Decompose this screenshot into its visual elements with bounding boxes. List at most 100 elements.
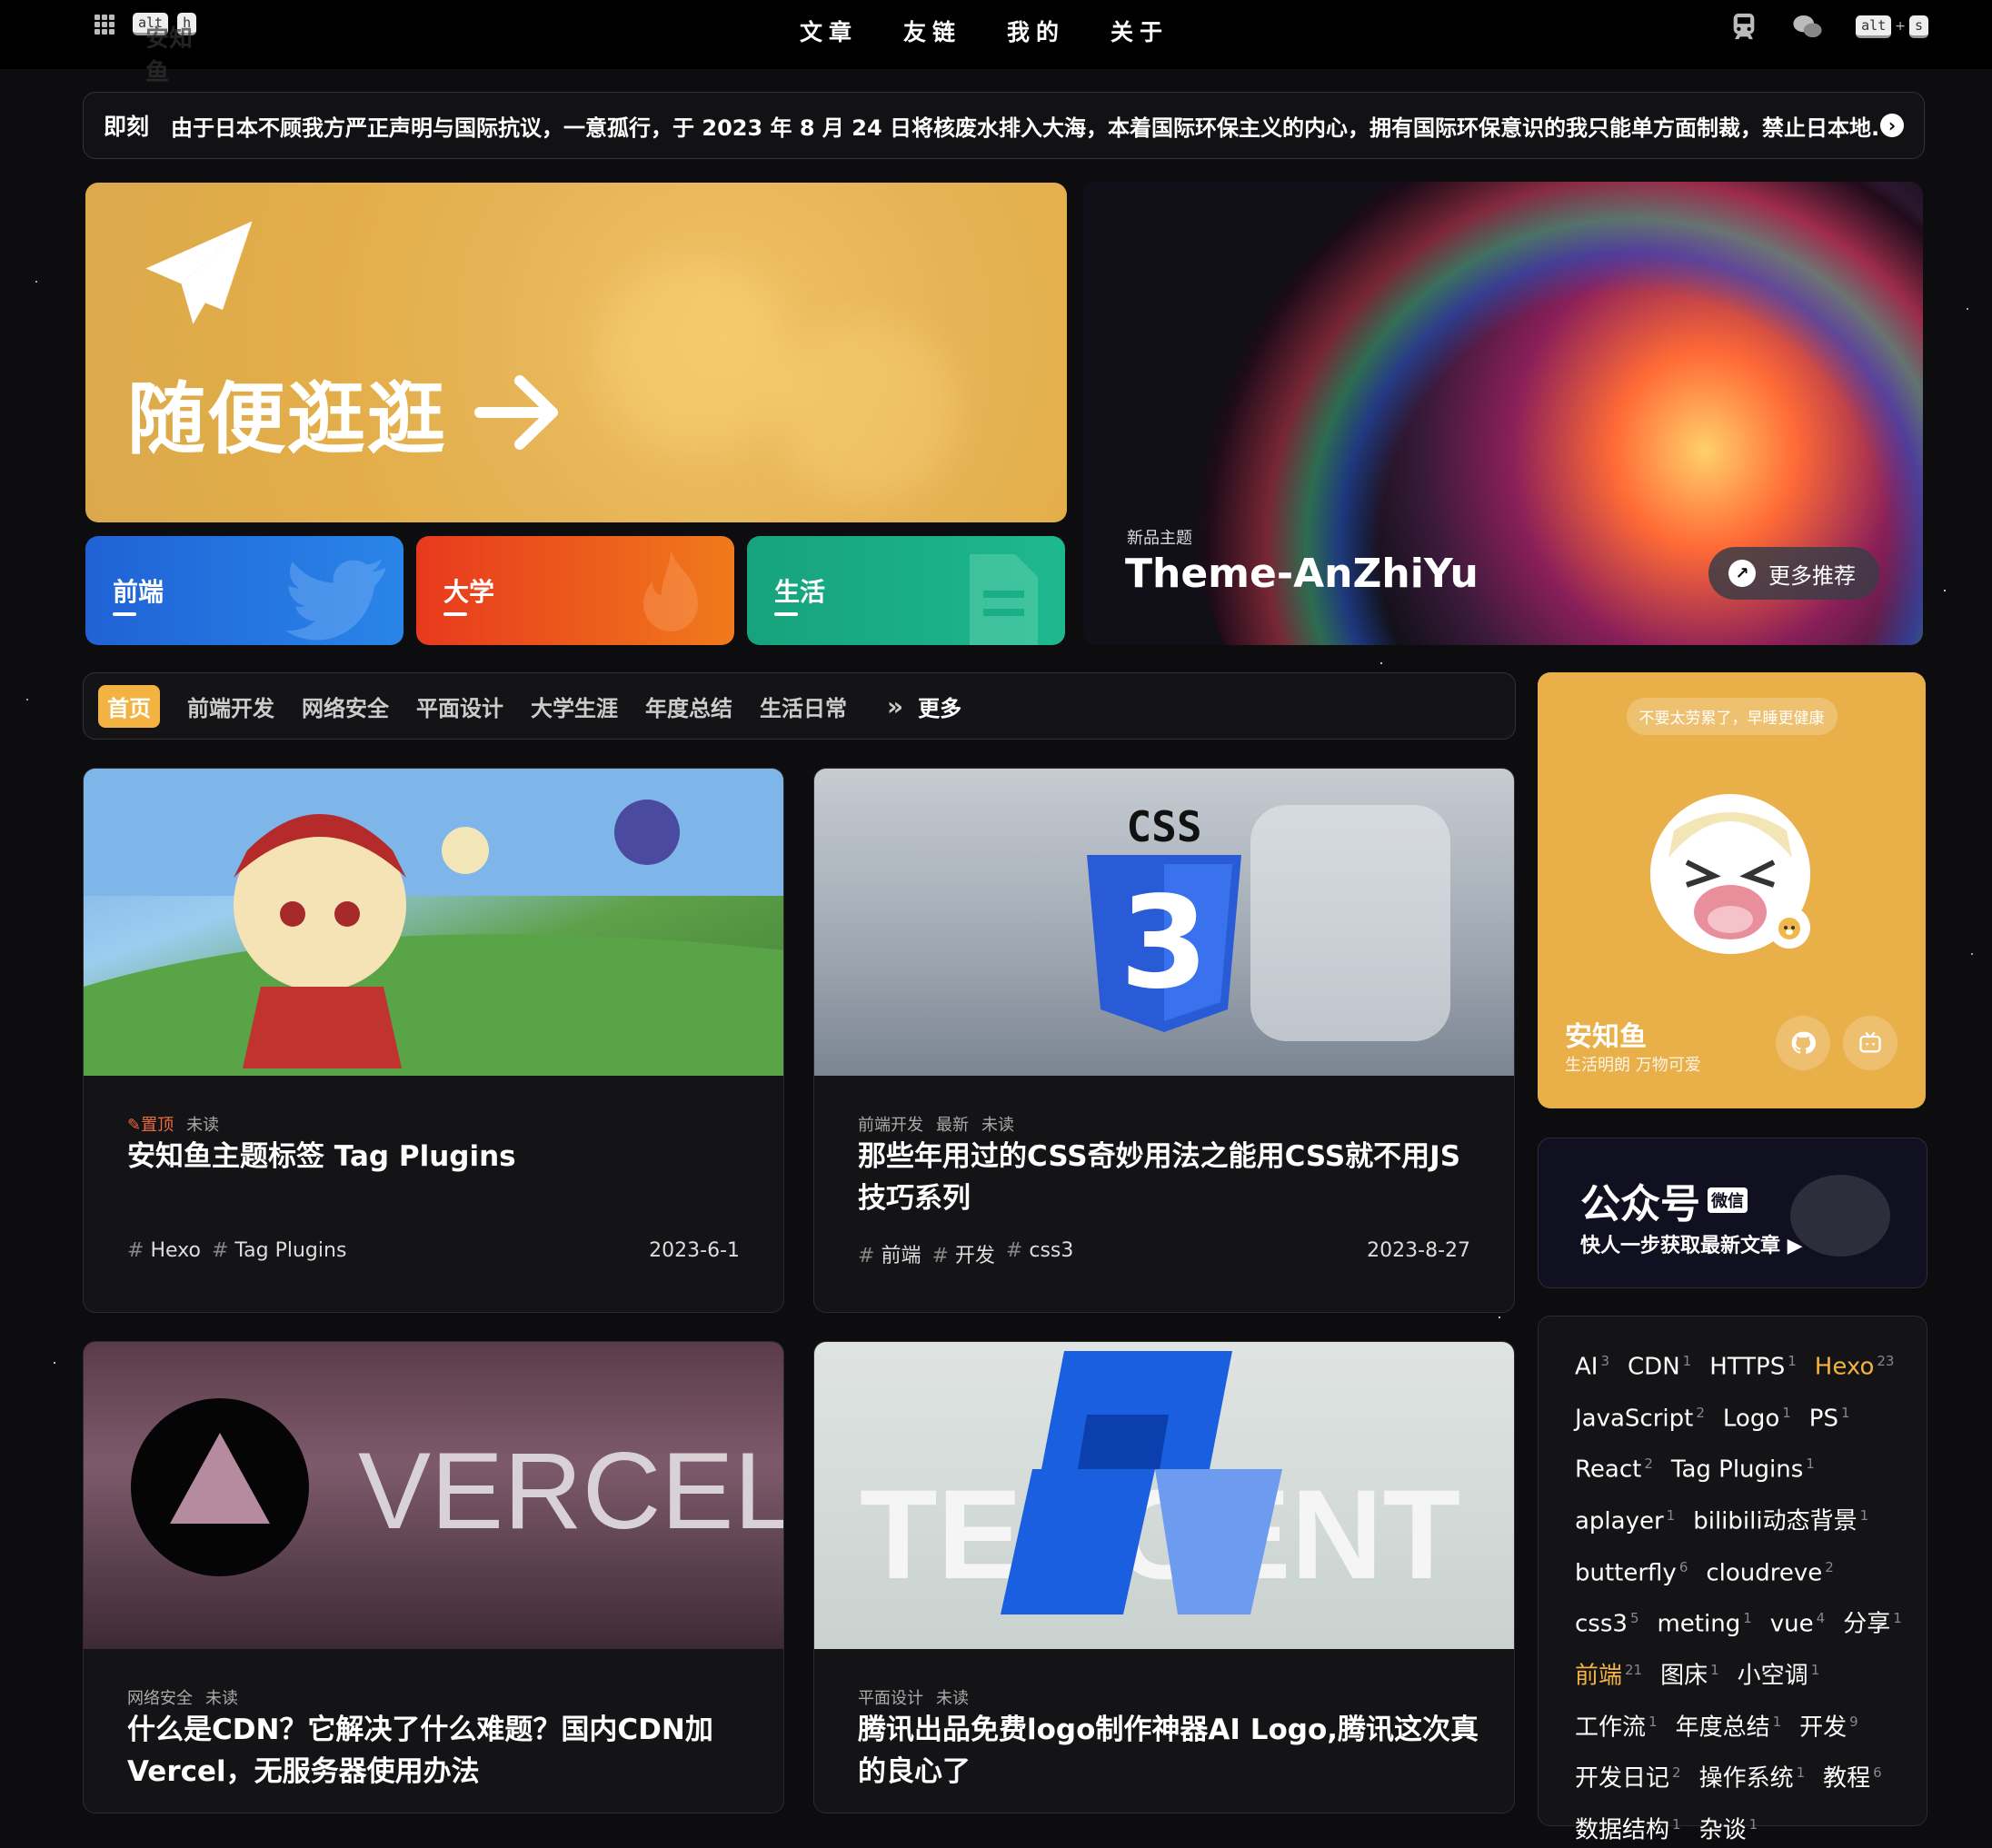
tag-cloud-item[interactable]: 年度总结 1 — [1676, 1704, 1782, 1745]
featured-theme-banner[interactable]: 新品主题 Theme-AnZhiYu ↗ 更多推荐 — [1083, 182, 1923, 645]
tag-cloud-item[interactable]: AI 3 — [1575, 1344, 1609, 1385]
post-card[interactable]: VERCEL 网络安全 未读 什么是CDN？它解决了什么难题？国内CDN加Ver… — [83, 1341, 784, 1813]
tag-cloud-item[interactable]: PS 1 — [1809, 1396, 1850, 1436]
app-grid-icon[interactable] — [95, 14, 115, 35]
top-header: 安知鱼 alt h 文章 友链 我的 关于 alt + s — [0, 0, 1992, 86]
post-cover-image[interactable]: VERCEL — [84, 1342, 783, 1649]
random-browse-card[interactable]: 随便逛逛 — [85, 183, 1067, 522]
tag-cloud-item[interactable]: React 2 — [1575, 1446, 1653, 1487]
nav-articles[interactable]: 文章 — [800, 15, 858, 47]
tag-cloud-item[interactable]: CDN 1 — [1628, 1344, 1691, 1385]
tag-cloud-item-count: 1 — [1772, 1713, 1782, 1730]
announcement-bar[interactable]: 即刻 由于日本不顾我方严正声明与国际抗议，一意孤行，于 2023 年 8 月 2… — [83, 92, 1925, 159]
category-tile-life[interactable]: 生活 — [747, 536, 1065, 645]
tag-cloud-item[interactable]: 开发日记 2 — [1575, 1755, 1681, 1796]
tag-cloud-item-name: cloudreve — [1706, 1559, 1823, 1587]
tag-cloud-item[interactable]: Tag Plugins 1 — [1671, 1446, 1815, 1487]
post-tag[interactable]: # Tag Plugins — [212, 1239, 346, 1262]
tag-cloud-item-name: 年度总结 — [1675, 1714, 1770, 1742]
post-tag-label: 开发 — [954, 1245, 995, 1267]
category-tile-frontend[interactable]: 前端 — [85, 536, 403, 645]
tag-cloud-item[interactable]: butterfly 6 — [1575, 1550, 1688, 1591]
css3-logo-illustration: CSS 3 — [1087, 802, 1450, 1041]
nav-friends[interactable]: 友链 — [903, 15, 961, 47]
post-tag[interactable]: # Hexo — [127, 1239, 201, 1262]
tag-cloud-item[interactable]: 数据结构 1 — [1575, 1807, 1681, 1848]
search-shortcut[interactable]: alt + s — [1856, 15, 1928, 38]
post-cover-image[interactable]: TENCENT — [814, 1342, 1514, 1649]
arrow-right-circle-icon[interactable]: › — [1880, 114, 1904, 137]
author-card: 不要太劳累了，早睡更健康 安知鱼 生活明朗 万物可爱 — [1538, 672, 1926, 1108]
hash-icon: # — [931, 1245, 949, 1267]
bilibili-button[interactable] — [1843, 1016, 1897, 1070]
tag-cloud-item[interactable]: 工作流 1 — [1575, 1704, 1658, 1745]
tag-cloud-item[interactable]: 小空调 1 — [1738, 1653, 1820, 1694]
wechat-icon[interactable] — [1792, 11, 1823, 42]
tag-cloud-item[interactable]: 杂谈 1 — [1699, 1807, 1758, 1848]
nav-mine[interactable]: 我的 — [1007, 15, 1065, 47]
vercel-logo-illustration: VERCEL — [131, 1398, 783, 1576]
tag-cloud-item-count: 1 — [1806, 1456, 1815, 1473]
category-daily-life[interactable]: 生活日常 — [760, 691, 847, 722]
tag-cloud-item-name: 图床 — [1660, 1662, 1708, 1690]
category-frontend-dev[interactable]: 前端开发 — [187, 691, 274, 722]
double-chevron-right-icon[interactable]: » — [887, 691, 903, 721]
category-bar: 首页 前端开发 网络安全 平面设计 大学生涯 年度总结 生活日常 » 更多 — [83, 672, 1516, 740]
wechat-official-account-card[interactable]: 公众号 微信 快人一步获取最新文章 ▶ — [1538, 1138, 1927, 1288]
tag-cloud-item[interactable]: cloudreve 2 — [1706, 1550, 1833, 1591]
tag-cloud-item[interactable]: bilibili动态背景 1 — [1693, 1498, 1868, 1539]
github-button[interactable] — [1776, 1016, 1830, 1070]
random-browse-label: 随便逛逛 — [127, 373, 447, 465]
post-meta-category[interactable]: 前端开发 — [858, 1112, 923, 1136]
post-title[interactable]: 什么是CDN？它解决了什么难题？国内CDN加Vercel，无服务器使用办法 — [127, 1709, 754, 1793]
category-tile-university[interactable]: 大学 — [416, 536, 734, 645]
post-meta-category[interactable]: 平面设计 — [858, 1685, 923, 1709]
post-card[interactable]: CSS 3 前端开发 最新 未读 那些年用过的CSS奇妙用法之能用CSS就不用J… — [813, 768, 1515, 1313]
post-card[interactable]: TENCENT 平面设计 未读 腾讯出品免费logo制作神器AI Logo,腾讯… — [813, 1341, 1515, 1813]
tag-cloud-item[interactable]: Hexo 23 — [1815, 1344, 1895, 1385]
site-name[interactable]: 安知鱼 — [145, 20, 196, 87]
tag-cloud-item[interactable]: 前端 21 — [1575, 1653, 1642, 1694]
post-title[interactable]: 安知鱼主题标签 Tag Plugins — [127, 1136, 754, 1177]
tag-cloud-item[interactable]: 教程 6 — [1823, 1755, 1882, 1796]
post-tag[interactable]: # 前端 — [858, 1239, 921, 1268]
tag-cloud-item[interactable]: 操作系统 1 — [1699, 1755, 1806, 1796]
tag-cloud-item-name: Hexo — [1814, 1353, 1875, 1381]
train-icon[interactable] — [1728, 11, 1759, 42]
post-meta-category[interactable]: 网络安全 — [127, 1685, 193, 1709]
category-more[interactable]: 更多 — [918, 691, 961, 722]
category-network-security[interactable]: 网络安全 — [302, 691, 389, 722]
nav-about[interactable]: 关于 — [1111, 15, 1169, 47]
tag-cloud-item-name: PS — [1808, 1405, 1838, 1433]
tag-cloud-item[interactable]: meting 1 — [1657, 1601, 1751, 1642]
tag-cloud-item[interactable]: JavaScript 2 — [1575, 1396, 1705, 1436]
author-description: 生活明朗 万物可爱 — [1565, 1056, 1701, 1075]
tag-cloud-item[interactable]: 分享 1 — [1843, 1601, 1902, 1642]
tag-cloud-item[interactable]: Logo 1 — [1723, 1396, 1791, 1436]
category-annual-summary[interactable]: 年度总结 — [645, 691, 732, 722]
tag-cloud-item-count: 1 — [1666, 1506, 1676, 1524]
tag-cloud-item-name: 前端 — [1575, 1662, 1623, 1690]
post-date: 2023-6-1 — [649, 1239, 740, 1262]
tag-cloud-item[interactable]: css3 5 — [1575, 1601, 1638, 1642]
post-card[interactable]: ✎置顶 未读 安知鱼主题标签 Tag Plugins # Hexo # Tag … — [83, 768, 784, 1313]
category-university-life[interactable]: 大学生涯 — [531, 691, 618, 722]
tag-cloud-item[interactable]: HTTPS 1 — [1709, 1344, 1797, 1385]
more-recommend-button[interactable]: ↗ 更多推荐 — [1708, 547, 1879, 600]
post-tag[interactable]: # css3 — [1006, 1239, 1073, 1268]
post-meta: 前端开发 最新 未读 — [858, 1112, 1014, 1136]
tag-cloud-item[interactable]: vue 4 — [1770, 1601, 1825, 1642]
post-title[interactable]: 那些年用过的CSS奇妙用法之能用CSS就不用JS技巧系列 — [858, 1136, 1485, 1219]
tag-cloud-item[interactable]: aplayer 1 — [1575, 1498, 1675, 1539]
banner-subtitle: 新品主题 — [1127, 529, 1192, 548]
post-tag[interactable]: # 开发 — [931, 1239, 994, 1268]
announcement-text: 由于日本不顾我方严正声明与国际抗议，一意孤行，于 2023 年 8 月 24 日… — [171, 114, 1880, 141]
category-graphic-design[interactable]: 平面设计 — [416, 691, 503, 722]
tag-cloud-item-name: 小空调 — [1737, 1662, 1808, 1690]
post-title[interactable]: 腾讯出品免费logo制作神器AI Logo,腾讯这次真的良心了 — [858, 1709, 1485, 1793]
category-home[interactable]: 首页 — [98, 684, 160, 728]
tag-cloud-item[interactable]: 图床 1 — [1660, 1653, 1719, 1694]
tag-cloud-item[interactable]: 开发 9 — [1799, 1704, 1858, 1745]
post-cover-image[interactable]: CSS 3 — [814, 769, 1514, 1076]
post-cover-image[interactable] — [84, 769, 783, 1076]
